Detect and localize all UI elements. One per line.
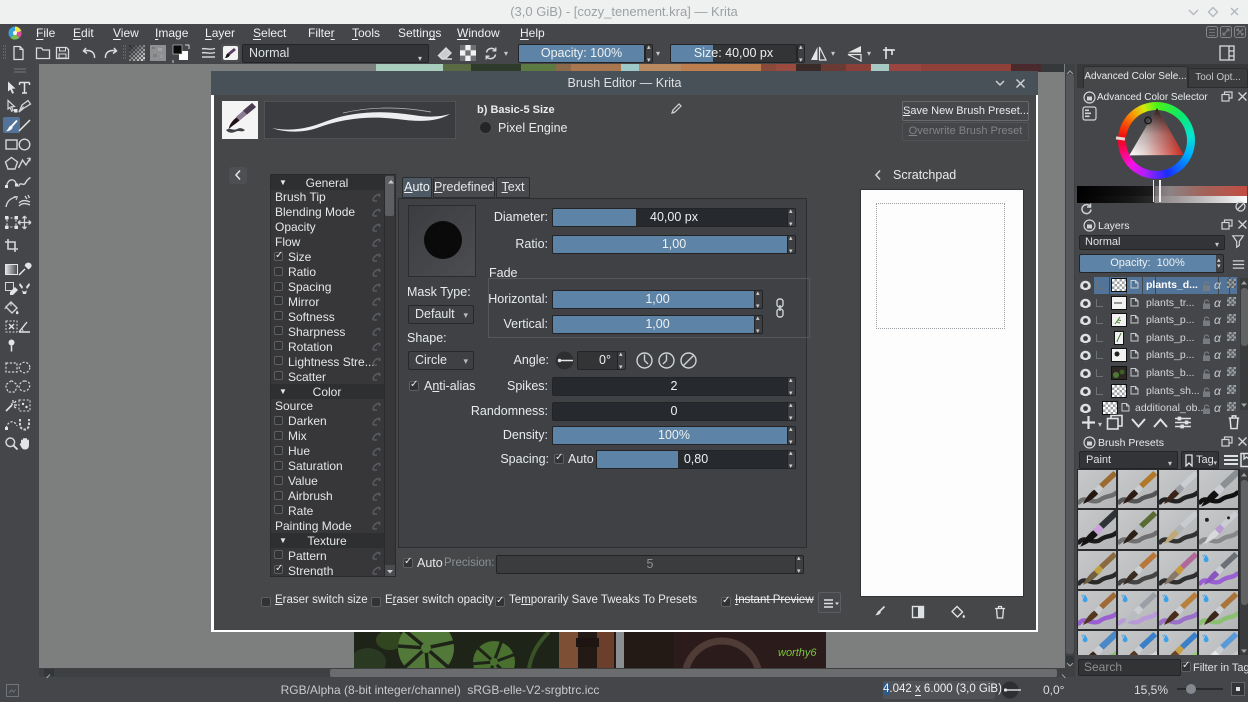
svg-text:worthy6: worthy6 [778, 647, 817, 659]
